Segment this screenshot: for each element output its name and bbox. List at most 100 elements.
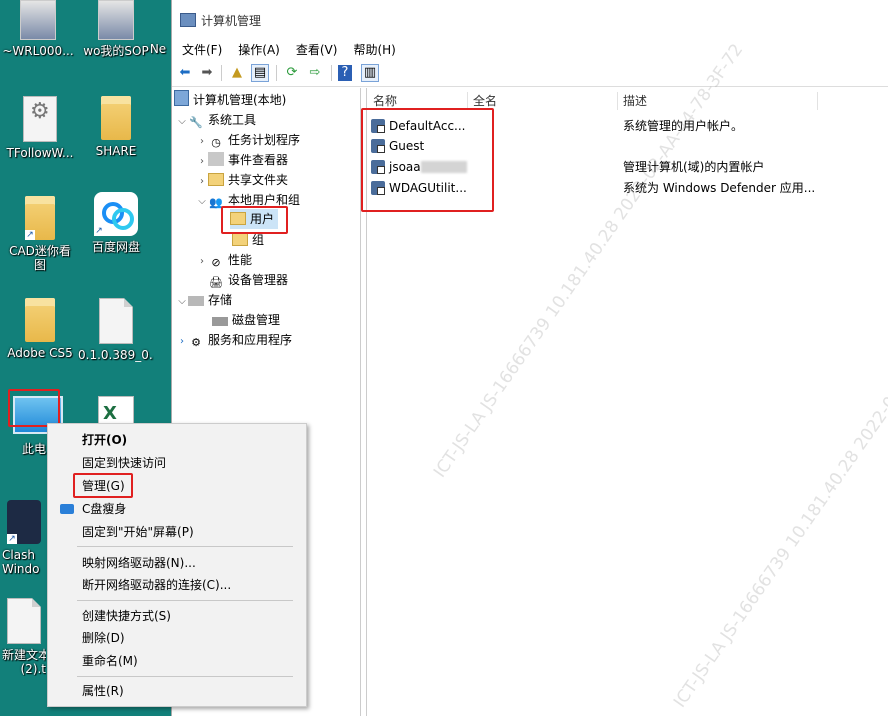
menu-item-delete[interactable]: 删除(D) <box>82 629 125 647</box>
menu-item-open[interactable]: 打开(O) <box>82 431 127 449</box>
user-row[interactable]: DefaultAcc... <box>371 116 465 136</box>
desktop-icon-010389[interactable]: 0.1.0.389_0... <box>78 298 154 362</box>
baidu-netdisk-icon: ↗ <box>94 192 138 236</box>
user-description: 系统为 Windows Defender 应用... <box>623 181 816 195</box>
user-row[interactable]: Guest <box>371 136 424 156</box>
export-list-icon[interactable]: ⇨ <box>306 64 324 82</box>
desktop-icon-adobe[interactable]: Adobe CS5 <box>2 298 78 360</box>
tree-event-viewer[interactable]: › 事件查看器 <box>196 150 288 170</box>
title-bar[interactable]: 计算机管理 <box>172 0 888 40</box>
performance-icon: ⊘ <box>211 256 221 269</box>
desktop-icon-label: 0.1.0.389_0... <box>78 348 154 362</box>
menu-view[interactable]: 查看(V) <box>288 40 346 60</box>
tree-label: 共享文件夹 <box>228 173 289 187</box>
chevron-right-icon[interactable]: › <box>176 332 188 352</box>
menu-item-pin-quick-access[interactable]: 固定到快速访问 <box>82 454 166 472</box>
menu-item-pin-start[interactable]: 固定到"开始"屏幕(P) <box>82 523 194 541</box>
tree-performance[interactable]: › ⊘ 性能 <box>196 250 252 270</box>
refresh-icon[interactable]: ⟳ <box>283 64 301 82</box>
shortcut-arrow-icon: ↗ <box>25 230 35 240</box>
tree-label: 计算机管理(本地) <box>193 93 287 107</box>
user-row[interactable]: jsoaa <box>371 157 467 177</box>
desktop-icon-label: CAD迷你看 <box>9 244 71 258</box>
text-file-icon <box>7 598 41 644</box>
chevron-down-icon[interactable]: ⌵ <box>196 192 208 212</box>
menu-item-c-cleanup[interactable]: C盘瘦身 <box>82 500 126 518</box>
user-row[interactable]: WDAGUtilit... <box>371 178 467 198</box>
tree-task-scheduler[interactable]: › ◷ 任务计划程序 <box>196 130 300 150</box>
menu-item-manage[interactable]: 管理(G) <box>82 477 125 495</box>
users-group-icon: 👥 <box>209 196 223 209</box>
shared-folder-icon <box>208 173 224 186</box>
column-header-description[interactable]: 描述 <box>623 92 818 110</box>
back-arrow-icon[interactable]: ⬅ <box>176 64 194 82</box>
desktop-icon-share[interactable]: SHARE <box>78 96 154 158</box>
forward-arrow-icon[interactable]: ➡ <box>198 64 216 82</box>
menu-item-create-shortcut[interactable]: 创建快捷方式(S) <box>82 607 171 625</box>
tree-groups[interactable]: 组 <box>232 230 264 250</box>
chevron-right-icon[interactable]: › <box>196 252 208 272</box>
tree-storage[interactable]: ⌵ 存储 <box>176 290 232 310</box>
desktop-icon-label-line2: Windo <box>2 562 40 576</box>
user-icon <box>371 181 385 195</box>
folder-icon <box>232 233 248 246</box>
chevron-right-icon[interactable]: › <box>196 152 208 172</box>
tree-users[interactable]: 用户 <box>230 209 279 229</box>
menu-item-map-drive[interactable]: 映射网络驱动器(N)... <box>82 554 196 572</box>
folder-icon <box>25 298 55 342</box>
tree-label: 组 <box>252 233 265 247</box>
clock-icon: ◷ <box>211 136 221 149</box>
tree-root[interactable]: 计算机管理(本地) <box>174 90 286 110</box>
desktop-icon-baidu[interactable]: ↗ 百度网盘 <box>78 192 154 254</box>
computer-management-icon <box>174 90 189 106</box>
desktop-icon-clash[interactable]: ↗ Clash Windo <box>2 500 46 576</box>
chevron-right-icon[interactable]: › <box>196 172 208 192</box>
desktop-icon-ne[interactable]: Ne <box>146 0 170 56</box>
menu-action[interactable]: 操作(A) <box>230 40 288 60</box>
menu-item-rename[interactable]: 重命名(M) <box>82 652 138 670</box>
menu-item-disconnect-drive[interactable]: 断开网络驱动器的连接(C)... <box>82 576 231 594</box>
tree-label: 设备管理器 <box>228 273 289 287</box>
desktop-icon-new-text[interactable]: 新建文本 (2).t <box>2 598 46 676</box>
menu-separator <box>77 676 293 677</box>
chevron-down-icon[interactable]: ⌵ <box>176 112 188 132</box>
show-hide-tree-icon[interactable]: ▤ <box>251 64 269 82</box>
show-hide-action-pane-icon[interactable]: ▥ <box>361 64 379 82</box>
user-icon <box>371 160 385 174</box>
desktop-icon-tfollow[interactable]: TFollowW... <box>2 96 78 160</box>
menu-item-properties[interactable]: 属性(R) <box>82 682 124 700</box>
up-folder-icon[interactable]: ▲ <box>228 64 246 82</box>
desktop-icon-label: ~WRL000... <box>2 44 74 58</box>
device-manager-icon: 🖨 <box>209 276 223 289</box>
desktop-icon-label: 新建文本 <box>2 648 46 662</box>
folder-icon <box>230 212 246 225</box>
tree-disk-management[interactable]: 磁盘管理 <box>212 310 280 330</box>
redacted-text <box>420 161 467 173</box>
user-name: Guest <box>389 139 425 153</box>
chevron-right-icon[interactable]: › <box>196 132 208 152</box>
menu-help[interactable]: 帮助(H) <box>345 40 403 60</box>
disk-icon <box>212 317 228 326</box>
tree-label: 磁盘管理 <box>232 313 281 327</box>
toolbar: ⬅ ➡ ▲ ▤ ⟳ ⇨ ? ▥ <box>172 60 888 87</box>
desktop-icon-label: 百度网盘 <box>91 240 140 254</box>
tree-system-tools[interactable]: ⌵ 🔧 系统工具 <box>176 110 256 130</box>
desktop-icon-sop[interactable]: wo我的SOP <box>78 0 154 58</box>
file-icon <box>20 0 56 40</box>
clash-cat-icon: ↗ <box>7 500 41 544</box>
desktop-icon-wrl-file[interactable]: ~WRL000... <box>0 0 76 58</box>
tree-local-users-groups[interactable]: ⌵ 👥 本地用户和组 <box>196 190 300 210</box>
column-header-name[interactable]: 名称 <box>373 92 468 110</box>
chevron-down-icon[interactable]: ⌵ <box>176 292 188 312</box>
desktop-icon-cad[interactable]: ↗ CAD迷你看 图 <box>2 196 78 272</box>
desktop-icon-label: TFollowW... <box>6 146 74 160</box>
column-header-full-name[interactable]: 全名 <box>473 92 618 110</box>
tree-shared-folders[interactable]: › 共享文件夹 <box>196 170 288 190</box>
user-icon <box>371 119 385 133</box>
tree-label: 存储 <box>208 293 233 307</box>
tree-device-manager[interactable]: 🖨 设备管理器 <box>208 270 288 290</box>
tree-services-apps[interactable]: › ⚙ 服务和应用程序 <box>176 330 292 350</box>
c-drive-cleanup-icon <box>60 504 74 514</box>
menu-file[interactable]: 文件(F) <box>174 40 230 60</box>
help-icon[interactable]: ? <box>338 65 352 81</box>
